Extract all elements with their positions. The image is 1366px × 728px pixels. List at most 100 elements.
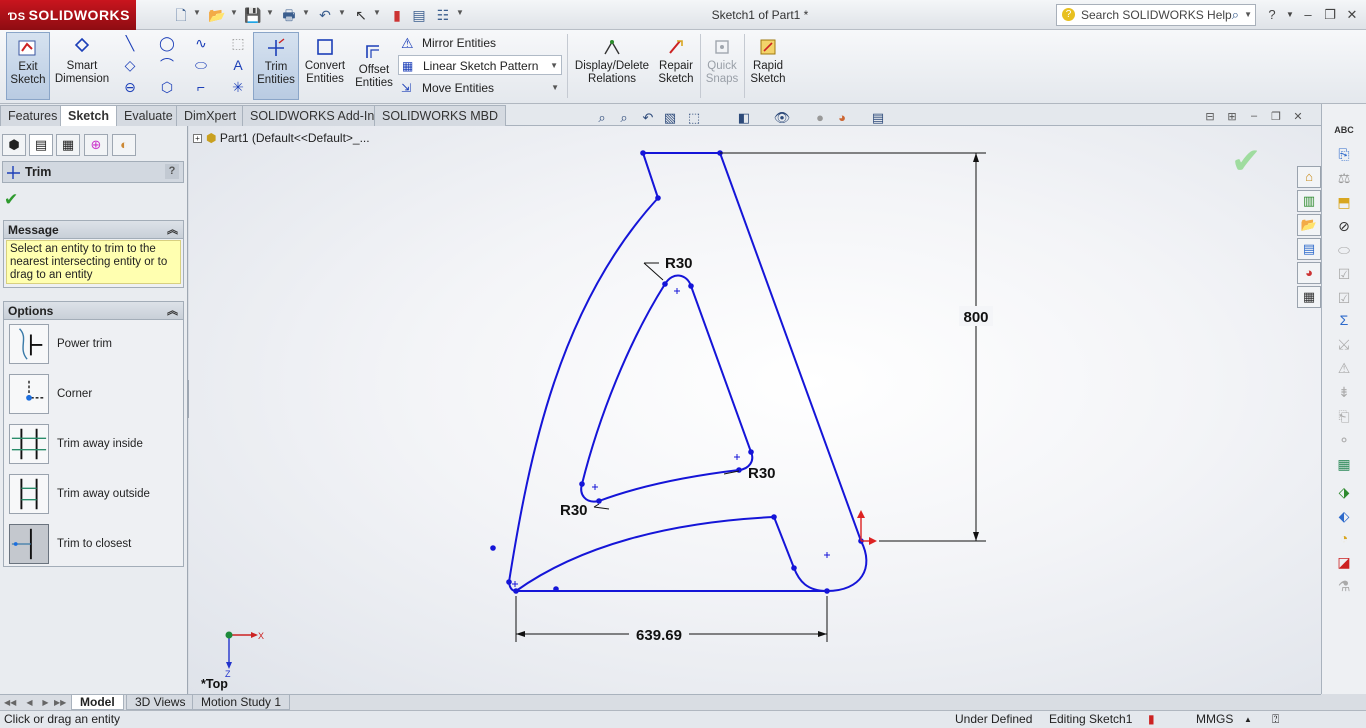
table-tool-icon[interactable]: ▦ xyxy=(1334,454,1354,474)
sketch-line[interactable] xyxy=(719,152,862,542)
sketch-point[interactable] xyxy=(736,467,742,473)
solidworks-logo[interactable]: ƊS SOLIDWORKS xyxy=(0,0,136,30)
sketch-point[interactable] xyxy=(579,481,585,487)
display-delete-relations-button[interactable]: Display/Delete Relations xyxy=(572,32,652,100)
apply-scene-icon[interactable]: ◕ xyxy=(832,109,852,127)
sketch-point[interactable] xyxy=(553,586,559,592)
text-icon[interactable]: A xyxy=(228,56,248,74)
disabled-tool-icon[interactable]: ⬭ xyxy=(1334,240,1354,260)
help-icon[interactable]: ? xyxy=(1262,6,1282,24)
sketch-canvas[interactable]: 800 639.69 R30 R30 R30 xyxy=(189,126,1321,694)
configuration-manager-icon[interactable]: ▦ xyxy=(56,134,80,156)
collapse-icon[interactable]: ︽ xyxy=(167,221,178,239)
sketch-point[interactable] xyxy=(640,150,646,156)
rebuild-status-icon[interactable]: ▮ xyxy=(1148,711,1155,728)
section-view-icon[interactable]: ▧ xyxy=(660,109,680,127)
quick-tips-icon[interactable]: ⍰ xyxy=(1272,711,1279,728)
quick-snaps-button[interactable]: Quick Snaps xyxy=(704,32,740,100)
select-pointer-icon[interactable]: ↖ xyxy=(352,6,370,24)
point-icon[interactable]: ✳ xyxy=(228,78,248,96)
chevron-down-icon[interactable]: ▼ xyxy=(338,8,346,17)
chevron-down-icon[interactable]: ▼ xyxy=(551,78,559,98)
rebuild-icon[interactable]: ▮ xyxy=(388,6,406,24)
tab-features[interactable]: Features xyxy=(0,105,66,126)
offset-entities-button[interactable]: Offset Entities xyxy=(352,40,396,108)
polygon-icon[interactable]: ⬡ xyxy=(157,78,177,96)
slot-icon[interactable]: ⊖ xyxy=(120,78,140,96)
sketch-point[interactable] xyxy=(490,545,496,551)
sum-icon[interactable]: Σ xyxy=(1334,310,1354,330)
tool-icon[interactable]: ⤩ xyxy=(1334,334,1354,354)
tool-icon[interactable]: ⚬ xyxy=(1334,430,1354,450)
linear-sketch-pattern-button[interactable]: ▦ Linear Sketch Pattern ▼ xyxy=(398,55,562,75)
convert-entities-button[interactable]: Convert Entities xyxy=(302,32,348,100)
tab-solidworks-add-ins[interactable]: SOLIDWORKS Add-Ins xyxy=(242,105,389,126)
file-explorer-icon[interactable]: 📂 xyxy=(1297,214,1321,236)
restore-icon[interactable]: ❐ xyxy=(1267,110,1285,126)
exit-sketch-button[interactable]: Exit Sketch xyxy=(6,32,50,100)
circle-icon[interactable]: ◯ xyxy=(157,34,177,52)
sketch-arc[interactable] xyxy=(793,567,828,592)
measure-icon[interactable]: ◔ xyxy=(1334,528,1354,548)
view-orientation-icon[interactable]: ⬚ xyxy=(684,109,704,127)
evaluate-icon[interactable]: ⬗ xyxy=(1334,482,1354,502)
ellipse-icon[interactable]: ⬭ xyxy=(191,56,211,74)
chevron-down-icon[interactable]: ▼ xyxy=(302,8,310,17)
sketch-arc[interactable] xyxy=(664,274,692,287)
chevron-down-icon[interactable]: ▼ xyxy=(193,8,201,17)
restore-icon[interactable]: ❐ xyxy=(1320,6,1340,24)
sketch-point[interactable] xyxy=(824,588,830,594)
repair-sketch-button[interactable]: Repair Sketch xyxy=(656,32,696,100)
sketch-relations-icon[interactable]: ⬒ xyxy=(1334,192,1354,212)
graphics-area[interactable]: + ⬢ Part1 (Default<<Default>_... ⌕ ⌕ ↶ ▧ … xyxy=(189,110,1321,694)
prev-tab-icon[interactable]: ◀ xyxy=(24,695,35,710)
tab-sketch[interactable]: Sketch xyxy=(60,105,117,127)
spell-check-icon[interactable]: ABC xyxy=(1334,120,1354,140)
construction-geometry-icon[interactable]: ⬚ xyxy=(228,34,248,52)
property-manager-icon[interactable]: ▤ xyxy=(29,134,53,156)
split-view-icon[interactable]: ⊞ xyxy=(1223,110,1241,126)
sketch-spline[interactable] xyxy=(508,197,659,583)
split-view-icon[interactable]: ⊟ xyxy=(1201,110,1219,126)
tool-icon[interactable]: ⎗ xyxy=(1334,406,1354,426)
trim-entities-button[interactable]: Trim Entities xyxy=(253,32,299,100)
chevron-down-icon[interactable]: ▼ xyxy=(373,8,381,17)
radius-dimension-left[interactable]: R30 xyxy=(560,502,588,519)
message-group-header[interactable]: Message ︽ xyxy=(4,221,183,239)
rapid-sketch-button[interactable]: Rapid Sketch xyxy=(748,32,788,100)
tab-3d-views[interactable]: 3D Views xyxy=(126,695,195,710)
sketch-point[interactable] xyxy=(748,449,754,455)
new-document-icon[interactable]: 🗋 xyxy=(172,6,190,24)
display-style-icon[interactable]: ◧ xyxy=(734,109,754,127)
appearances-icon[interactable]: ◕ xyxy=(1297,262,1321,284)
help-button[interactable]: ? xyxy=(165,164,179,179)
options-icon[interactable]: ☷ xyxy=(434,6,452,24)
chevron-down-icon[interactable]: ▼ xyxy=(266,8,274,17)
corner-option[interactable]: Corner xyxy=(7,372,183,418)
file-properties-icon[interactable]: ▤ xyxy=(410,6,428,24)
radius-dimension-right[interactable]: R30 xyxy=(748,465,776,482)
chevron-down-icon[interactable]: ▼ xyxy=(1280,6,1300,24)
tab-dimxpert[interactable]: DimXpert xyxy=(176,105,245,126)
sketch-point[interactable] xyxy=(791,565,797,571)
tab-model[interactable]: Model xyxy=(71,695,124,710)
tab-solidworks-mbd[interactable]: SOLIDWORKS MBD xyxy=(374,105,506,126)
trim-away-inside-option[interactable]: Trim away inside xyxy=(7,422,183,468)
chevron-down-icon[interactable]: ▼ xyxy=(456,8,464,17)
custom-properties-icon[interactable]: ▦ xyxy=(1297,286,1321,308)
chevron-down-icon[interactable]: ▼ xyxy=(230,8,238,17)
chevron-up-icon[interactable]: ▲ xyxy=(1244,711,1252,728)
tool-icon[interactable]: ⇟ xyxy=(1334,382,1354,402)
collapse-icon[interactable]: ︽ xyxy=(167,302,178,320)
minimize-icon[interactable]: – xyxy=(1245,110,1263,126)
arc-icon[interactable]: ⌒ xyxy=(157,56,177,74)
chevron-down-icon[interactable]: ▼ xyxy=(550,56,558,76)
performance-icon[interactable]: ⊘ xyxy=(1334,216,1354,236)
sketch-point[interactable] xyxy=(513,588,519,594)
search-input[interactable]: ? Search SOLIDWORKS Help ⌕ ▼ xyxy=(1056,4,1256,26)
mirror-entities-button[interactable]: ⚠ Mirror Entities xyxy=(398,33,562,53)
line-icon[interactable]: ╲ xyxy=(120,34,140,52)
sketch-line[interactable] xyxy=(642,152,659,199)
tab-motion-study[interactable]: Motion Study 1 xyxy=(192,695,291,710)
color-tool-icon[interactable]: ◪ xyxy=(1334,552,1354,572)
